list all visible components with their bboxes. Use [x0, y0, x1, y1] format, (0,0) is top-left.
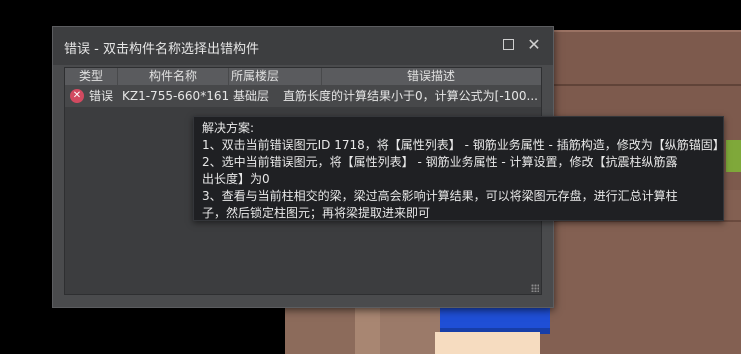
cell-description: 直筋长度的计算结果小于0，计算公式为[-100... [283, 89, 538, 103]
table-row[interactable]: ✕ 错误 KZ1-755-660*1610 基础层 直筋长度的计算结果小于0，计… [65, 85, 541, 107]
tooltip-line: 3、查看与当前柱相交的梁，梁过高会影响计算结果，可以将梁图元存盘，进行汇总计算柱 [202, 189, 678, 203]
column-header-floor[interactable]: 所属楼层 [229, 68, 322, 85]
cell-type: 错误 [89, 89, 114, 103]
tooltip-line: 1、双击当前错误图元ID 1718，将【属性列表】 - 钢筋业务属性 - 插筋构… [202, 138, 725, 152]
resize-grip[interactable] [531, 284, 539, 292]
tooltip-line: 子，然后锁定柱图元；再将梁提取进来即可 [202, 206, 431, 220]
column-header-type[interactable]: 类型 [65, 68, 118, 85]
dialog-title: 错误 - 双击构件名称选择出错构件 [64, 42, 259, 57]
model-cream-slab [435, 332, 540, 354]
maximize-icon[interactable] [502, 38, 516, 52]
tooltip-line: 出长度】为0 [202, 172, 270, 186]
dialog-titlebar[interactable]: 错误 - 双击构件名称选择出错构件 ✕ [53, 27, 553, 65]
cell-component-name[interactable]: KZ1-755-660*1610 [122, 85, 230, 107]
error-icon: ✕ [70, 89, 84, 103]
solution-tooltip: 解决方案: 1、双击当前错误图元ID 1718，将【属性列表】 - 钢筋业务属性… [193, 116, 725, 221]
close-icon[interactable]: ✕ [527, 37, 541, 53]
tooltip-line: 2、选中当前错误图元，将【属性列表】 - 钢筋业务属性 - 计算设置，修改【抗震… [202, 155, 678, 169]
column-header-description[interactable]: 错误描述 [321, 68, 541, 85]
tooltip-heading: 解决方案: [202, 121, 255, 135]
table-header: 类型 构件名称 所属楼层 错误描述 [65, 68, 541, 85]
cell-floor: 基础层 [233, 89, 270, 103]
column-header-name[interactable]: 构件名称 [118, 68, 229, 85]
model-green-element [726, 140, 741, 172]
